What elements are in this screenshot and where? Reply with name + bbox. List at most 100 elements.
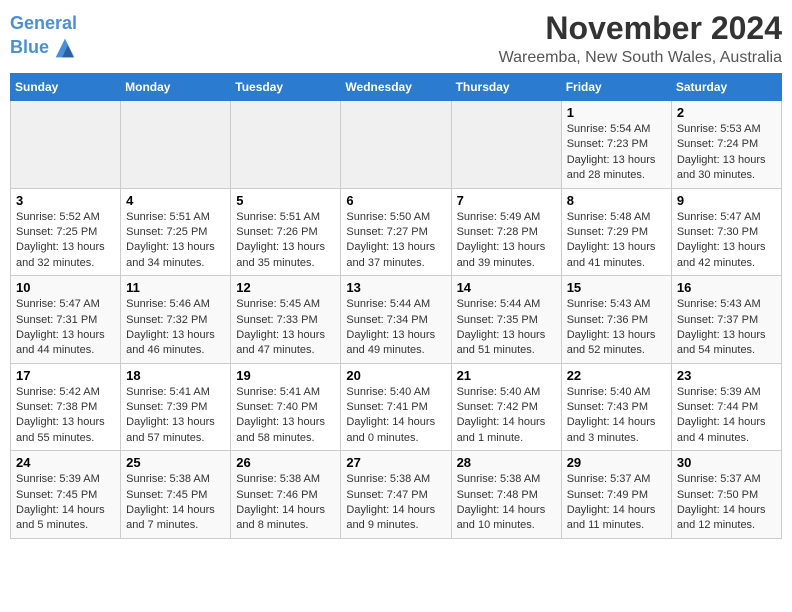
day-number: 6	[346, 193, 445, 208]
day-info: Sunrise: 5:37 AM Sunset: 7:50 PM Dayligh…	[677, 472, 776, 534]
day-number: 20	[346, 368, 445, 383]
day-number: 28	[457, 455, 556, 470]
calendar-cell: 8Sunrise: 5:48 AM Sunset: 7:29 PM Daylig…	[561, 188, 671, 276]
week-row-3: 10Sunrise: 5:47 AM Sunset: 7:31 PM Dayli…	[11, 276, 782, 364]
calendar-cell: 3Sunrise: 5:52 AM Sunset: 7:25 PM Daylig…	[11, 188, 121, 276]
day-number: 22	[567, 368, 666, 383]
page-subtitle: Wareemba, New South Wales, Australia	[499, 49, 782, 67]
calendar-cell: 18Sunrise: 5:41 AM Sunset: 7:39 PM Dayli…	[121, 363, 231, 451]
week-row-2: 3Sunrise: 5:52 AM Sunset: 7:25 PM Daylig…	[11, 188, 782, 276]
logo: General Blue	[10, 14, 79, 62]
calendar-table: SundayMondayTuesdayWednesdayThursdayFrid…	[10, 73, 782, 539]
calendar-cell: 7Sunrise: 5:49 AM Sunset: 7:28 PM Daylig…	[451, 188, 561, 276]
day-info: Sunrise: 5:41 AM Sunset: 7:40 PM Dayligh…	[236, 385, 335, 447]
calendar-cell: 11 Sunrise: 5:46 AM Sunset: 7:32 PM Dayli…	[121, 276, 231, 364]
calendar-cell: 19 Sunrise: 5:41 AM Sunset: 7:40 PM Dayli…	[231, 363, 341, 451]
day-number: 13	[346, 280, 445, 295]
day-number: 8	[567, 193, 666, 208]
day-number: 16	[677, 280, 776, 295]
day-info: Sunrise: 5:37 AM Sunset: 7:49 PM Dayligh…	[567, 472, 666, 534]
calendar-cell: 21Sunrise: 5:40 AM Sunset: 7:42 PM Dayli…	[451, 363, 561, 451]
day-number: 15	[567, 280, 666, 295]
day-info: Sunrise: 5:44 AM Sunset: 7:34 PM Dayligh…	[346, 297, 445, 359]
day-info: Sunrise: 5:52 AM Sunset: 7:25 PM Dayligh…	[16, 210, 115, 272]
calendar-cell: 1 Sunrise: 5:54 AM Sunset: 7:23 PM Daylig…	[561, 101, 671, 189]
calendar-cell: 16Sunrise: 5:43 AM Sunset: 7:37 PM Dayli…	[671, 276, 781, 364]
column-header-tuesday: Tuesday	[231, 74, 341, 101]
calendar-cell: 27Sunrise: 5:38 AM Sunset: 7:47 PM Dayli…	[341, 451, 451, 539]
logo-icon	[51, 34, 79, 62]
page-title: November 2024	[499, 10, 782, 47]
calendar-cell: 2 Sunrise: 5:53 AM Sunset: 7:24 PM Daylig…	[671, 101, 781, 189]
column-header-thursday: Thursday	[451, 74, 561, 101]
day-info: Sunrise: 5:38 AM Sunset: 7:48 PM Dayligh…	[457, 472, 556, 534]
calendar-header-row: SundayMondayTuesdayWednesdayThursdayFrid…	[11, 74, 782, 101]
calendar-cell	[11, 101, 121, 189]
calendar-cell: 28 Sunrise: 5:38 AM Sunset: 7:48 PM Dayli…	[451, 451, 561, 539]
day-info: Sunrise: 5:40 AM Sunset: 7:43 PM Dayligh…	[567, 385, 666, 447]
calendar-cell: 30 Sunrise: 5:37 AM Sunset: 7:50 PM Dayli…	[671, 451, 781, 539]
day-info: Sunrise: 5:39 AM Sunset: 7:44 PM Dayligh…	[677, 385, 776, 447]
calendar-cell: 29Sunrise: 5:37 AM Sunset: 7:49 PM Dayli…	[561, 451, 671, 539]
calendar-cell: 26Sunrise: 5:38 AM Sunset: 7:46 PM Dayli…	[231, 451, 341, 539]
calendar-cell: 23 Sunrise: 5:39 AM Sunset: 7:44 PM Dayli…	[671, 363, 781, 451]
page-header: General Blue November 2024 Wareemba, New…	[10, 10, 782, 67]
calendar-cell: 4Sunrise: 5:51 AM Sunset: 7:25 PM Daylig…	[121, 188, 231, 276]
calendar-cell: 17 Sunrise: 5:42 AM Sunset: 7:38 PM Dayli…	[11, 363, 121, 451]
day-number: 19	[236, 368, 335, 383]
day-info: Sunrise: 5:47 AM Sunset: 7:30 PM Dayligh…	[677, 210, 776, 272]
logo-general: General	[10, 13, 77, 33]
day-number: 23	[677, 368, 776, 383]
day-info: Sunrise: 5:53 AM Sunset: 7:24 PM Dayligh…	[677, 122, 776, 184]
day-number: 14	[457, 280, 556, 295]
column-header-monday: Monday	[121, 74, 231, 101]
day-info: Sunrise: 5:43 AM Sunset: 7:36 PM Dayligh…	[567, 297, 666, 359]
column-header-friday: Friday	[561, 74, 671, 101]
calendar-cell: 24 Sunrise: 5:39 AM Sunset: 7:45 PM Dayli…	[11, 451, 121, 539]
calendar-cell	[341, 101, 451, 189]
calendar-cell: 10Sunrise: 5:47 AM Sunset: 7:31 PM Dayli…	[11, 276, 121, 364]
day-number: 1	[567, 105, 666, 120]
week-row-5: 24 Sunrise: 5:39 AM Sunset: 7:45 PM Dayli…	[11, 451, 782, 539]
day-info: Sunrise: 5:47 AM Sunset: 7:31 PM Dayligh…	[16, 297, 115, 359]
week-row-4: 17 Sunrise: 5:42 AM Sunset: 7:38 PM Dayli…	[11, 363, 782, 451]
day-number: 12	[236, 280, 335, 295]
week-row-1: 1 Sunrise: 5:54 AM Sunset: 7:23 PM Daylig…	[11, 101, 782, 189]
day-number: 4	[126, 193, 225, 208]
day-number: 11	[126, 280, 225, 295]
logo-blue: Blue	[10, 38, 49, 58]
title-block: November 2024 Wareemba, New South Wales,…	[499, 10, 782, 67]
calendar-cell: 6 Sunrise: 5:50 AM Sunset: 7:27 PM Daylig…	[341, 188, 451, 276]
day-info: Sunrise: 5:39 AM Sunset: 7:45 PM Dayligh…	[16, 472, 115, 534]
day-info: Sunrise: 5:54 AM Sunset: 7:23 PM Dayligh…	[567, 122, 666, 184]
calendar-cell: 5 Sunrise: 5:51 AM Sunset: 7:26 PM Daylig…	[231, 188, 341, 276]
day-info: Sunrise: 5:38 AM Sunset: 7:45 PM Dayligh…	[126, 472, 225, 534]
day-number: 9	[677, 193, 776, 208]
column-header-saturday: Saturday	[671, 74, 781, 101]
day-number: 21	[457, 368, 556, 383]
day-number: 24	[16, 455, 115, 470]
day-info: Sunrise: 5:51 AM Sunset: 7:26 PM Dayligh…	[236, 210, 335, 272]
day-number: 2	[677, 105, 776, 120]
calendar-cell: 15 Sunrise: 5:43 AM Sunset: 7:36 PM Dayli…	[561, 276, 671, 364]
day-number: 5	[236, 193, 335, 208]
calendar-cell: 22 Sunrise: 5:40 AM Sunset: 7:43 PM Dayli…	[561, 363, 671, 451]
day-info: Sunrise: 5:45 AM Sunset: 7:33 PM Dayligh…	[236, 297, 335, 359]
day-info: Sunrise: 5:40 AM Sunset: 7:41 PM Dayligh…	[346, 385, 445, 447]
day-info: Sunrise: 5:44 AM Sunset: 7:35 PM Dayligh…	[457, 297, 556, 359]
day-number: 25	[126, 455, 225, 470]
calendar-cell	[121, 101, 231, 189]
calendar-cell	[451, 101, 561, 189]
calendar-cell: 13 Sunrise: 5:44 AM Sunset: 7:34 PM Dayli…	[341, 276, 451, 364]
calendar-cell	[231, 101, 341, 189]
day-info: Sunrise: 5:49 AM Sunset: 7:28 PM Dayligh…	[457, 210, 556, 272]
calendar-cell: 14 Sunrise: 5:44 AM Sunset: 7:35 PM Dayli…	[451, 276, 561, 364]
day-number: 17	[16, 368, 115, 383]
day-info: Sunrise: 5:46 AM Sunset: 7:32 PM Dayligh…	[126, 297, 225, 359]
day-info: Sunrise: 5:42 AM Sunset: 7:38 PM Dayligh…	[16, 385, 115, 447]
calendar-cell: 25 Sunrise: 5:38 AM Sunset: 7:45 PM Dayli…	[121, 451, 231, 539]
calendar-cell: 20 Sunrise: 5:40 AM Sunset: 7:41 PM Dayli…	[341, 363, 451, 451]
day-number: 30	[677, 455, 776, 470]
day-info: Sunrise: 5:50 AM Sunset: 7:27 PM Dayligh…	[346, 210, 445, 272]
column-header-wednesday: Wednesday	[341, 74, 451, 101]
